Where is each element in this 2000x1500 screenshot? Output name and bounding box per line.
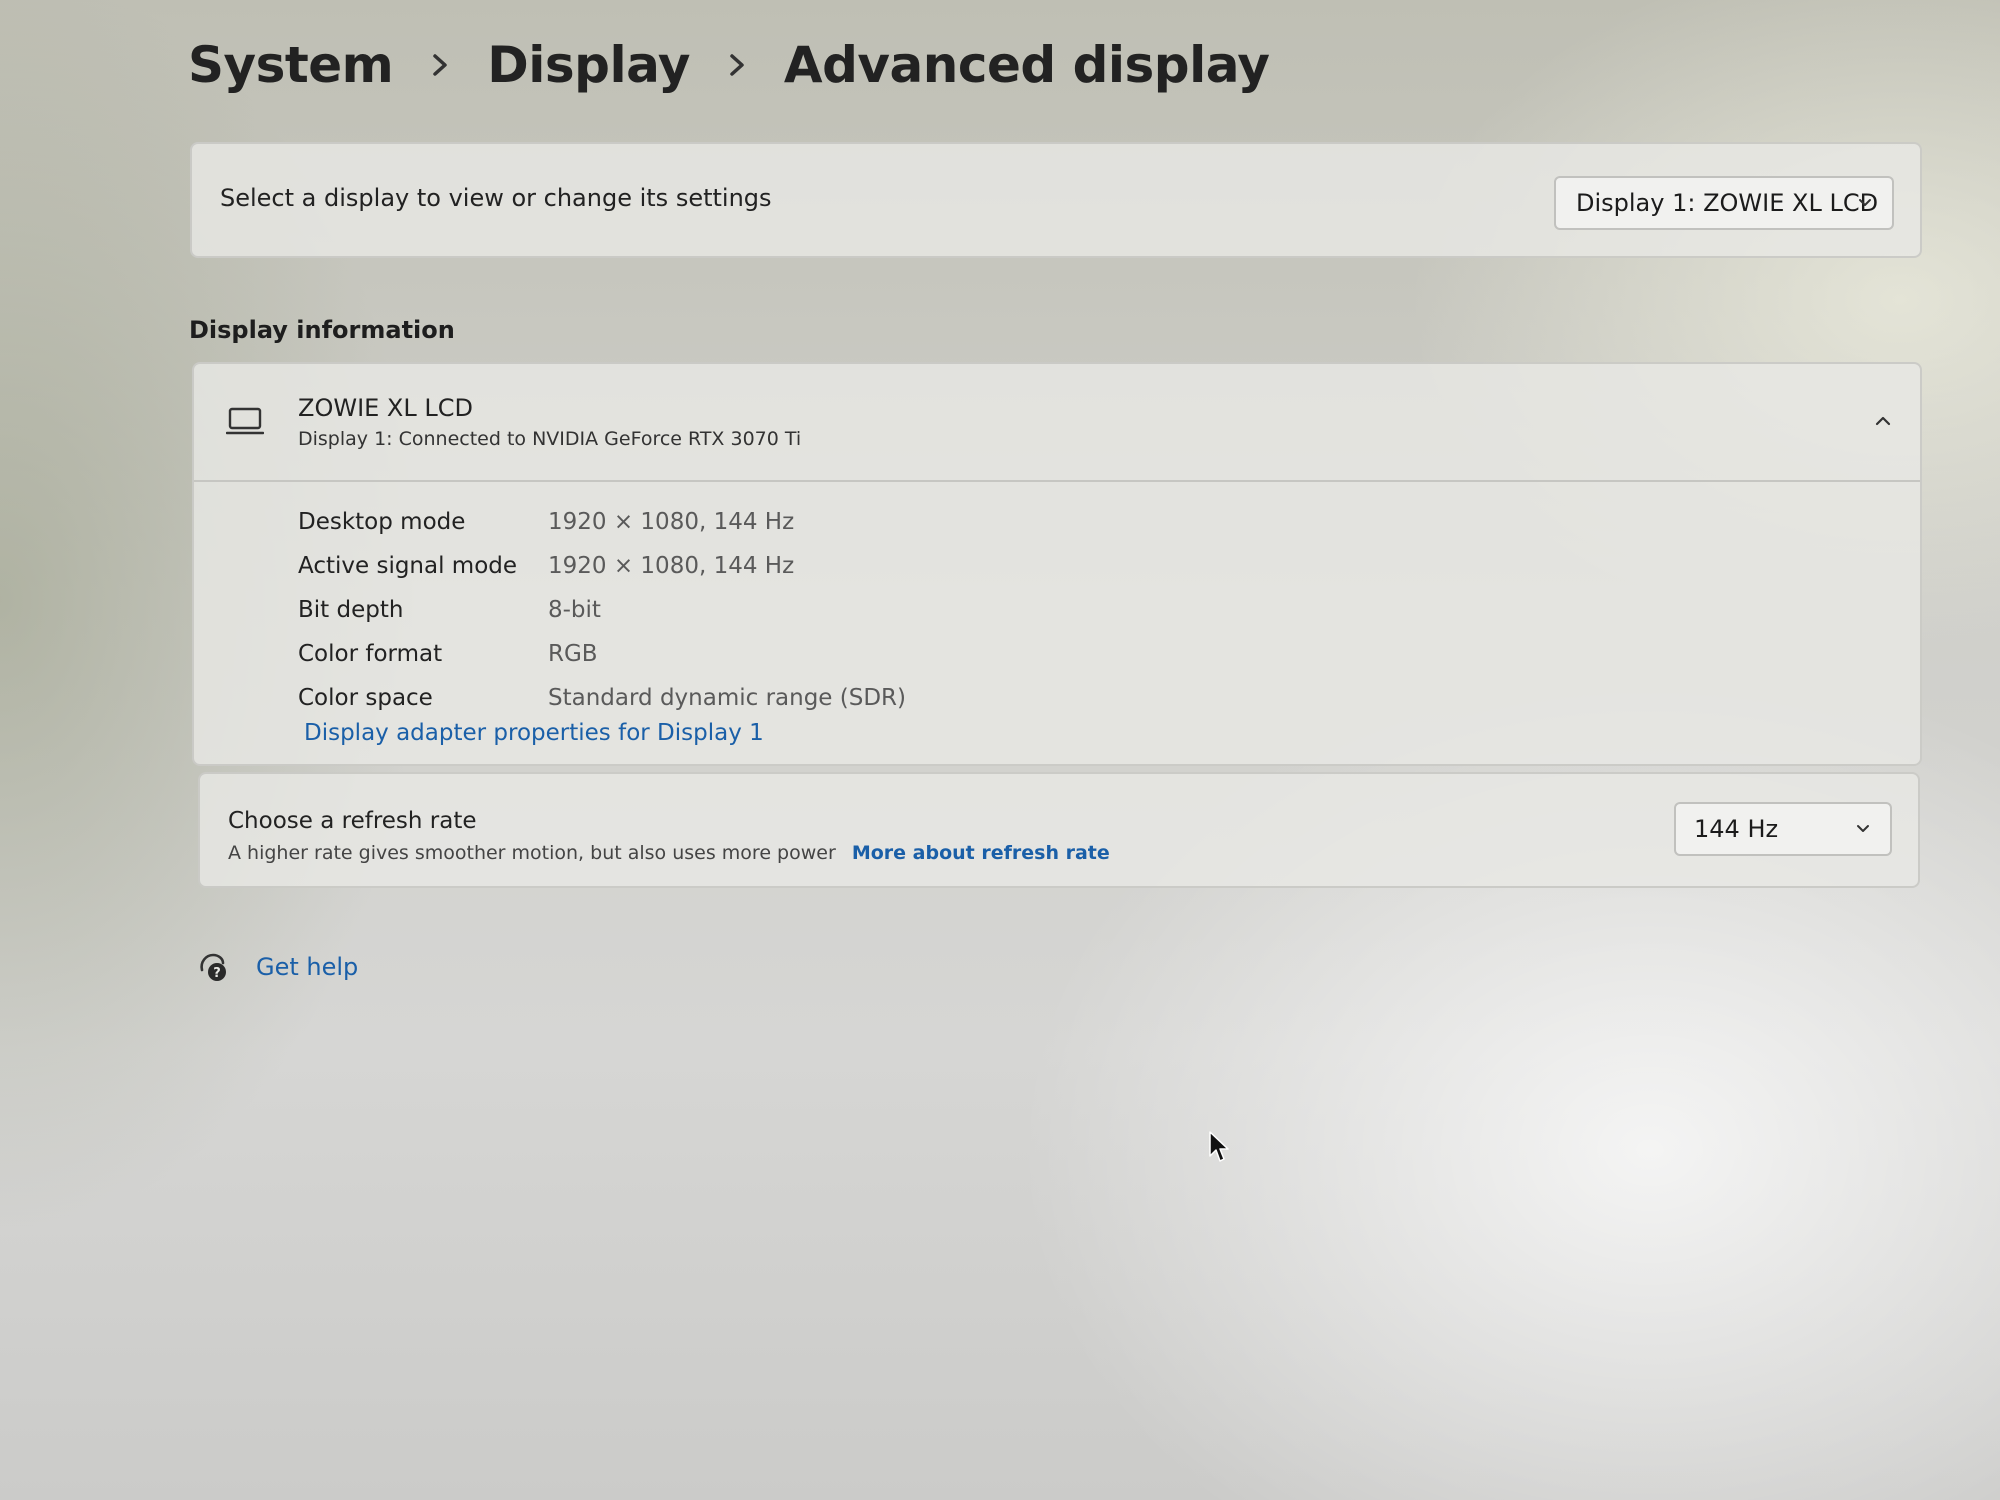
page-title: Advanced display xyxy=(783,36,1270,94)
info-row-value: RGB xyxy=(548,641,598,667)
info-row-label: Bit depth xyxy=(298,597,404,623)
info-row-label: Color format xyxy=(298,641,443,667)
info-row-bit-depth: Bit depth 8-bit xyxy=(298,588,906,632)
help-icon: ? xyxy=(196,950,230,984)
display-name: ZOWIE XL LCD xyxy=(298,394,473,422)
get-help-link[interactable]: ? Get help xyxy=(196,950,358,984)
mouse-cursor-icon xyxy=(1208,1130,1230,1164)
breadcrumb-display[interactable]: Display xyxy=(487,36,690,94)
refresh-rate-value: 144 Hz xyxy=(1694,815,1779,843)
chevron-down-icon xyxy=(1856,194,1874,212)
chevron-right-icon xyxy=(720,48,754,82)
monitor-icon xyxy=(226,406,264,436)
info-row-value: 1920 × 1080, 144 Hz xyxy=(548,509,795,535)
display-information-header[interactable]: ZOWIE XL LCD Display 1: Connected to NVI… xyxy=(194,364,1920,482)
info-row-value: Standard dynamic range (SDR) xyxy=(548,685,907,711)
info-row-desktop-mode: Desktop mode 1920 × 1080, 144 Hz xyxy=(298,500,906,544)
info-row-active-signal-mode: Active signal mode 1920 × 1080, 144 Hz xyxy=(298,544,906,588)
refresh-rate-dropdown[interactable]: 144 Hz xyxy=(1674,802,1892,856)
info-row-label: Color space xyxy=(298,685,433,711)
info-row-label: Desktop mode xyxy=(298,509,466,535)
display-info-rows: Desktop mode 1920 × 1080, 144 Hz Active … xyxy=(298,500,906,720)
display-adapter-properties-link[interactable]: Display adapter properties for Display 1 xyxy=(304,720,764,746)
get-help-label: Get help xyxy=(256,953,359,981)
display-information-heading: Display information xyxy=(189,316,455,344)
chevron-down-icon xyxy=(1854,820,1872,838)
display-select-label: Select a display to view or change its s… xyxy=(220,184,772,212)
info-row-color-format: Color format RGB xyxy=(298,632,906,676)
breadcrumb-system[interactable]: System xyxy=(188,36,394,94)
breadcrumb: System Display Advanced display xyxy=(188,36,1270,94)
svg-text:?: ? xyxy=(213,966,221,981)
refresh-rate-description: A higher rate gives smoother motion, but… xyxy=(228,842,836,864)
more-about-refresh-rate-link[interactable]: More about refresh rate xyxy=(852,842,1110,864)
display-information-card: ZOWIE XL LCD Display 1: Connected to NVI… xyxy=(192,362,1922,766)
info-row-label: Active signal mode xyxy=(298,553,518,579)
refresh-rate-card: Choose a refresh rate A higher rate give… xyxy=(198,772,1920,888)
info-row-value: 8-bit xyxy=(548,597,601,623)
info-row-color-space: Color space Standard dynamic range (SDR) xyxy=(298,676,906,720)
info-row-value: 1920 × 1080, 144 Hz xyxy=(548,553,795,579)
display-select-card: Select a display to view or change its s… xyxy=(190,142,1922,258)
chevron-right-icon xyxy=(423,48,457,82)
display-connection: Display 1: Connected to NVIDIA GeForce R… xyxy=(298,428,802,450)
refresh-rate-title: Choose a refresh rate xyxy=(228,808,477,834)
refresh-rate-description-line: A higher rate gives smoother motion, but… xyxy=(228,842,1110,864)
chevron-up-icon[interactable] xyxy=(1872,410,1894,432)
display-select-dropdown[interactable]: Display 1: ZOWIE XL LCD xyxy=(1554,176,1894,230)
display-select-value: Display 1: ZOWIE XL LCD xyxy=(1576,189,1879,217)
